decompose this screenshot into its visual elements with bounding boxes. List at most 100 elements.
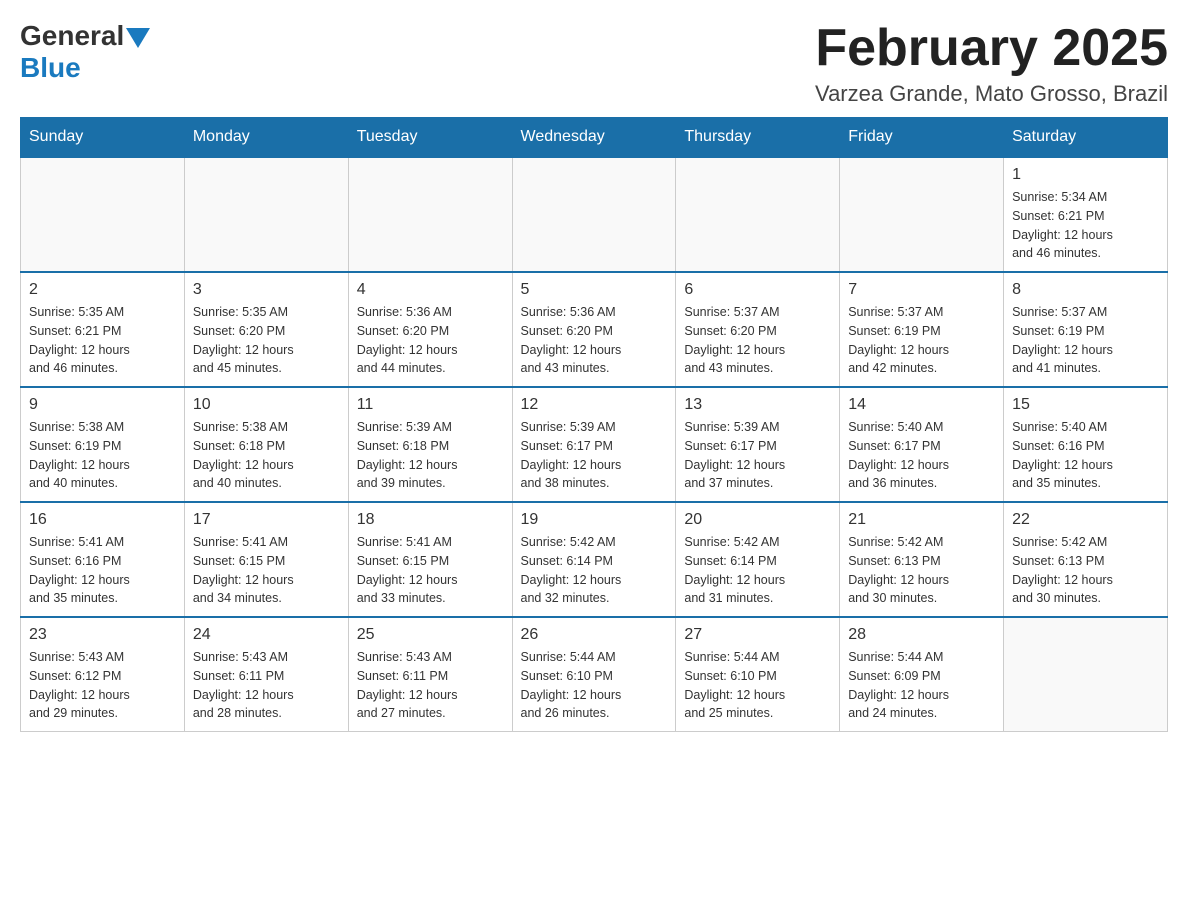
calendar-cell: 22 Sunrise: 5:42 AMSunset: 6:13 PMDayligh… (1004, 502, 1168, 617)
day-of-week-header: Monday (184, 118, 348, 158)
day-number: 7 (848, 281, 995, 299)
day-number: 23 (29, 626, 176, 644)
calendar-cell (512, 157, 676, 272)
calendar-week-row: 16 Sunrise: 5:41 AMSunset: 6:16 PMDayligh… (21, 502, 1168, 617)
logo: General Blue (20, 20, 152, 84)
day-number: 3 (193, 281, 340, 299)
day-info: Sunrise: 5:42 AMSunset: 6:14 PMDaylight:… (684, 533, 831, 608)
main-title: February 2025 (815, 20, 1168, 77)
calendar-cell (840, 157, 1004, 272)
day-number: 5 (521, 281, 668, 299)
calendar-cell: 19 Sunrise: 5:42 AMSunset: 6:14 PMDayligh… (512, 502, 676, 617)
day-number: 4 (357, 281, 504, 299)
day-number: 11 (357, 396, 504, 414)
day-number: 16 (29, 511, 176, 529)
day-info: Sunrise: 5:43 AMSunset: 6:12 PMDaylight:… (29, 648, 176, 723)
day-of-week-header: Wednesday (512, 118, 676, 158)
day-info: Sunrise: 5:44 AMSunset: 6:10 PMDaylight:… (521, 648, 668, 723)
day-info: Sunrise: 5:36 AMSunset: 6:20 PMDaylight:… (357, 303, 504, 378)
day-number: 6 (684, 281, 831, 299)
calendar-week-row: 23 Sunrise: 5:43 AMSunset: 6:12 PMDayligh… (21, 617, 1168, 732)
day-number: 1 (1012, 166, 1159, 184)
calendar-cell: 25Sunrise: 5:43 AMSunset: 6:11 PMDayligh… (348, 617, 512, 732)
calendar-cell (184, 157, 348, 272)
day-number: 10 (193, 396, 340, 414)
day-number: 13 (684, 396, 831, 414)
day-info: Sunrise: 5:39 AMSunset: 6:18 PMDaylight:… (357, 418, 504, 493)
calendar-table: SundayMondayTuesdayWednesdayThursdayFrid… (20, 117, 1168, 732)
day-info: Sunrise: 5:40 AMSunset: 6:16 PMDaylight:… (1012, 418, 1159, 493)
day-info: Sunrise: 5:37 AMSunset: 6:20 PMDaylight:… (684, 303, 831, 378)
calendar-body: 1 Sunrise: 5:34 AMSunset: 6:21 PMDaylight… (21, 157, 1168, 732)
calendar-cell: 8Sunrise: 5:37 AMSunset: 6:19 PMDaylight… (1004, 272, 1168, 387)
day-info: Sunrise: 5:37 AMSunset: 6:19 PMDaylight:… (848, 303, 995, 378)
subtitle: Varzea Grande, Mato Grosso, Brazil (815, 81, 1168, 107)
calendar-cell (348, 157, 512, 272)
day-info: Sunrise: 5:41 AMSunset: 6:15 PMDaylight:… (357, 533, 504, 608)
day-info: Sunrise: 5:43 AMSunset: 6:11 PMDaylight:… (193, 648, 340, 723)
calendar-cell: 18Sunrise: 5:41 AMSunset: 6:15 PMDayligh… (348, 502, 512, 617)
day-info: Sunrise: 5:39 AMSunset: 6:17 PMDaylight:… (521, 418, 668, 493)
calendar-cell: 12 Sunrise: 5:39 AMSunset: 6:17 PMDayligh… (512, 387, 676, 502)
day-info: Sunrise: 5:40 AMSunset: 6:17 PMDaylight:… (848, 418, 995, 493)
day-info: Sunrise: 5:41 AMSunset: 6:15 PMDaylight:… (193, 533, 340, 608)
day-number: 19 (521, 511, 668, 529)
day-info: Sunrise: 5:36 AMSunset: 6:20 PMDaylight:… (521, 303, 668, 378)
calendar-cell: 15Sunrise: 5:40 AMSunset: 6:16 PMDayligh… (1004, 387, 1168, 502)
logo-triangle-icon (126, 28, 150, 48)
calendar-week-row: 2 Sunrise: 5:35 AMSunset: 6:21 PMDaylight… (21, 272, 1168, 387)
day-number: 20 (684, 511, 831, 529)
day-of-week-header: Sunday (21, 118, 185, 158)
day-number: 14 (848, 396, 995, 414)
day-number: 24 (193, 626, 340, 644)
calendar-header: SundayMondayTuesdayWednesdayThursdayFrid… (21, 118, 1168, 158)
day-number: 27 (684, 626, 831, 644)
calendar-cell: 21 Sunrise: 5:42 AMSunset: 6:13 PMDayligh… (840, 502, 1004, 617)
calendar-cell (676, 157, 840, 272)
day-of-week-header: Tuesday (348, 118, 512, 158)
day-info: Sunrise: 5:37 AMSunset: 6:19 PMDaylight:… (1012, 303, 1159, 378)
logo-blue-text: Blue (20, 52, 81, 83)
day-info: Sunrise: 5:35 AMSunset: 6:20 PMDaylight:… (193, 303, 340, 378)
day-info: Sunrise: 5:38 AMSunset: 6:18 PMDaylight:… (193, 418, 340, 493)
calendar-cell: 16 Sunrise: 5:41 AMSunset: 6:16 PMDayligh… (21, 502, 185, 617)
page-header: General Blue February 2025 Varzea Grande… (20, 20, 1168, 107)
day-info: Sunrise: 5:42 AMSunset: 6:13 PMDaylight:… (848, 533, 995, 608)
day-info: Sunrise: 5:41 AMSunset: 6:16 PMDaylight:… (29, 533, 176, 608)
day-number: 21 (848, 511, 995, 529)
day-number: 26 (521, 626, 668, 644)
calendar-cell: 10 Sunrise: 5:38 AMSunset: 6:18 PMDayligh… (184, 387, 348, 502)
calendar-cell: 6 Sunrise: 5:37 AMSunset: 6:20 PMDaylight… (676, 272, 840, 387)
day-number: 22 (1012, 511, 1159, 529)
day-info: Sunrise: 5:44 AMSunset: 6:10 PMDaylight:… (684, 648, 831, 723)
calendar-cell: 26 Sunrise: 5:44 AMSunset: 6:10 PMDayligh… (512, 617, 676, 732)
day-number: 2 (29, 281, 176, 299)
day-info: Sunrise: 5:42 AMSunset: 6:13 PMDaylight:… (1012, 533, 1159, 608)
day-info: Sunrise: 5:34 AMSunset: 6:21 PMDaylight:… (1012, 188, 1159, 263)
day-info: Sunrise: 5:35 AMSunset: 6:21 PMDaylight:… (29, 303, 176, 378)
calendar-cell: 24 Sunrise: 5:43 AMSunset: 6:11 PMDayligh… (184, 617, 348, 732)
calendar-cell: 7 Sunrise: 5:37 AMSunset: 6:19 PMDaylight… (840, 272, 1004, 387)
calendar-cell: 2 Sunrise: 5:35 AMSunset: 6:21 PMDaylight… (21, 272, 185, 387)
day-number: 12 (521, 396, 668, 414)
day-of-week-header: Friday (840, 118, 1004, 158)
day-info: Sunrise: 5:42 AMSunset: 6:14 PMDaylight:… (521, 533, 668, 608)
day-number: 9 (29, 396, 176, 414)
calendar-cell: 3 Sunrise: 5:35 AMSunset: 6:20 PMDaylight… (184, 272, 348, 387)
day-number: 17 (193, 511, 340, 529)
calendar-cell: 9Sunrise: 5:38 AMSunset: 6:19 PMDaylight… (21, 387, 185, 502)
day-info: Sunrise: 5:39 AMSunset: 6:17 PMDaylight:… (684, 418, 831, 493)
calendar-cell: 27 Sunrise: 5:44 AMSunset: 6:10 PMDayligh… (676, 617, 840, 732)
calendar-cell: 5 Sunrise: 5:36 AMSunset: 6:20 PMDaylight… (512, 272, 676, 387)
calendar-cell: 11 Sunrise: 5:39 AMSunset: 6:18 PMDayligh… (348, 387, 512, 502)
title-section: February 2025 Varzea Grande, Mato Grosso… (815, 20, 1168, 107)
calendar-week-row: 1 Sunrise: 5:34 AMSunset: 6:21 PMDaylight… (21, 157, 1168, 272)
calendar-cell: 17 Sunrise: 5:41 AMSunset: 6:15 PMDayligh… (184, 502, 348, 617)
day-info: Sunrise: 5:44 AMSunset: 6:09 PMDaylight:… (848, 648, 995, 723)
day-info: Sunrise: 5:43 AMSunset: 6:11 PMDaylight:… (357, 648, 504, 723)
calendar-week-row: 9Sunrise: 5:38 AMSunset: 6:19 PMDaylight… (21, 387, 1168, 502)
day-of-week-header: Saturday (1004, 118, 1168, 158)
day-of-week-header: Thursday (676, 118, 840, 158)
days-of-week-row: SundayMondayTuesdayWednesdayThursdayFrid… (21, 118, 1168, 158)
calendar-cell: 28Sunrise: 5:44 AMSunset: 6:09 PMDayligh… (840, 617, 1004, 732)
